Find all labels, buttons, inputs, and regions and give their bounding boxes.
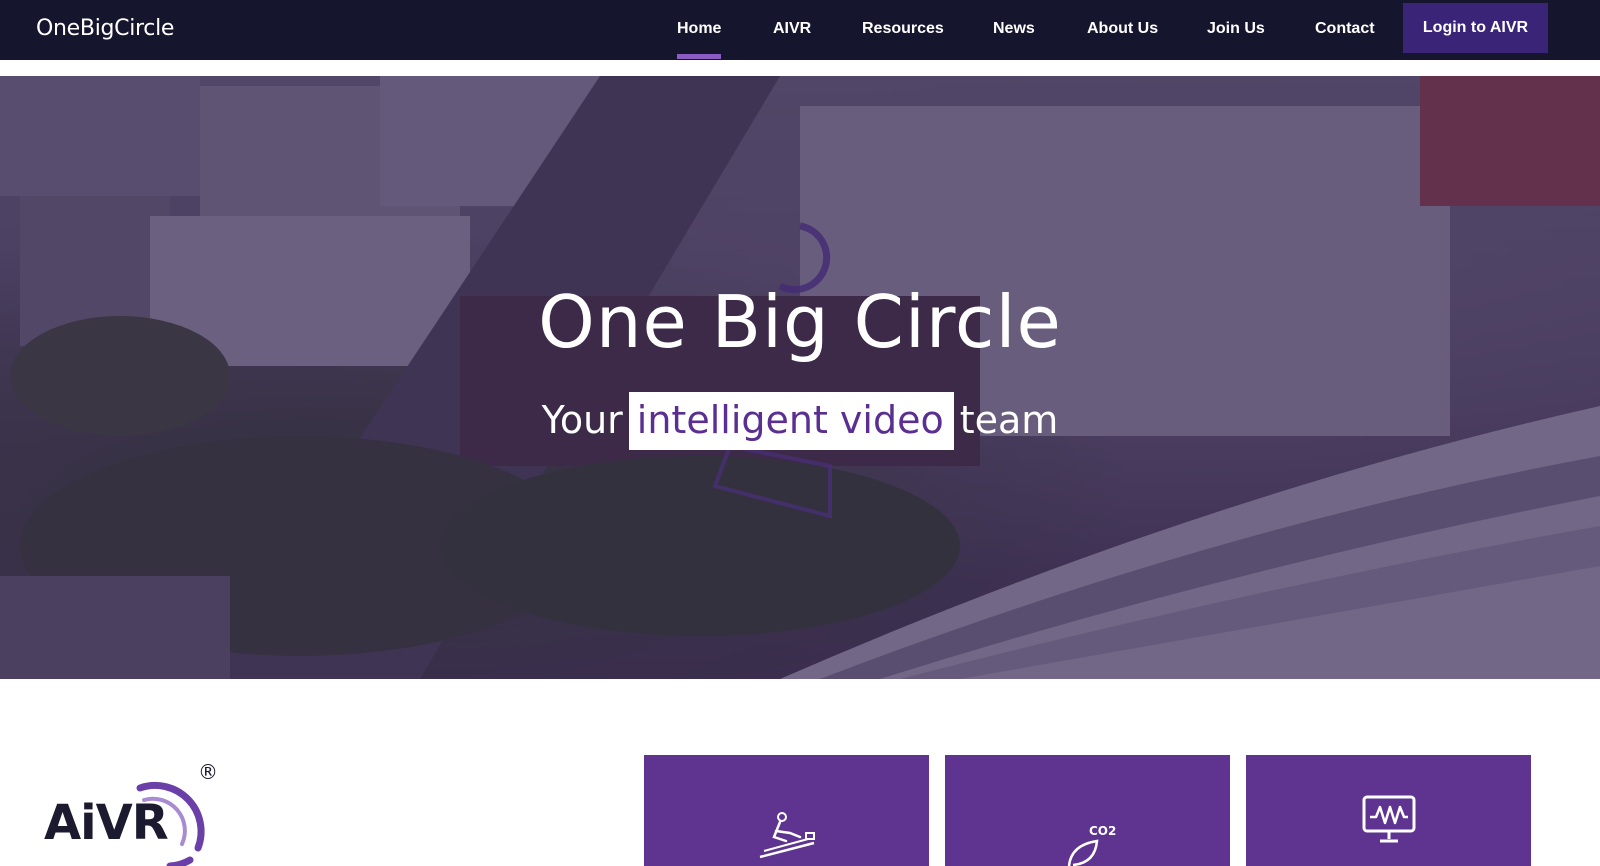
hero-subtitle-highlight: intelligent video (628, 392, 954, 450)
co2-leaf-icon: CO2 (1067, 824, 1116, 866)
track-worker-icon (759, 812, 815, 859)
registered-mark: ® (198, 760, 218, 784)
nav-item-resources[interactable]: Resources (862, 0, 944, 60)
top-navigation-bar: OneBigCircle Home AIVR Resources News Ab… (0, 0, 1600, 60)
nav-item-about-us[interactable]: About Us (1087, 0, 1158, 60)
nav-item-news[interactable]: News (993, 0, 1035, 60)
aivr-wordmark: AiVR (44, 795, 169, 851)
login-to-aivr-button[interactable]: Login to AIVR (1403, 3, 1548, 53)
hero-subtitle-before: Your (541, 398, 623, 442)
hero-subtitle-after: team (959, 398, 1059, 442)
hero-title: One Big Circle (538, 280, 1062, 364)
feature-card-track-worker[interactable] (644, 755, 929, 866)
feature-card-monitor[interactable] (1246, 755, 1531, 866)
nav-item-contact[interactable]: Contact (1315, 0, 1375, 60)
nav-item-home[interactable]: Home (677, 0, 722, 60)
hero-overlay (0, 76, 1600, 679)
brand-logo[interactable]: OneBigCircle (36, 16, 174, 41)
nav-item-aivr[interactable]: AIVR (773, 0, 811, 60)
feature-card-co2[interactable]: CO2 (945, 755, 1230, 866)
nav-item-join-us[interactable]: Join Us (1207, 0, 1265, 60)
hero-subtitle: Your intelligent video team (0, 392, 1600, 450)
hero-banner: One Big Circle Your intelligent video team (0, 76, 1600, 679)
co2-label: CO2 (1089, 824, 1116, 838)
monitor-waveform-icon (1362, 795, 1416, 843)
